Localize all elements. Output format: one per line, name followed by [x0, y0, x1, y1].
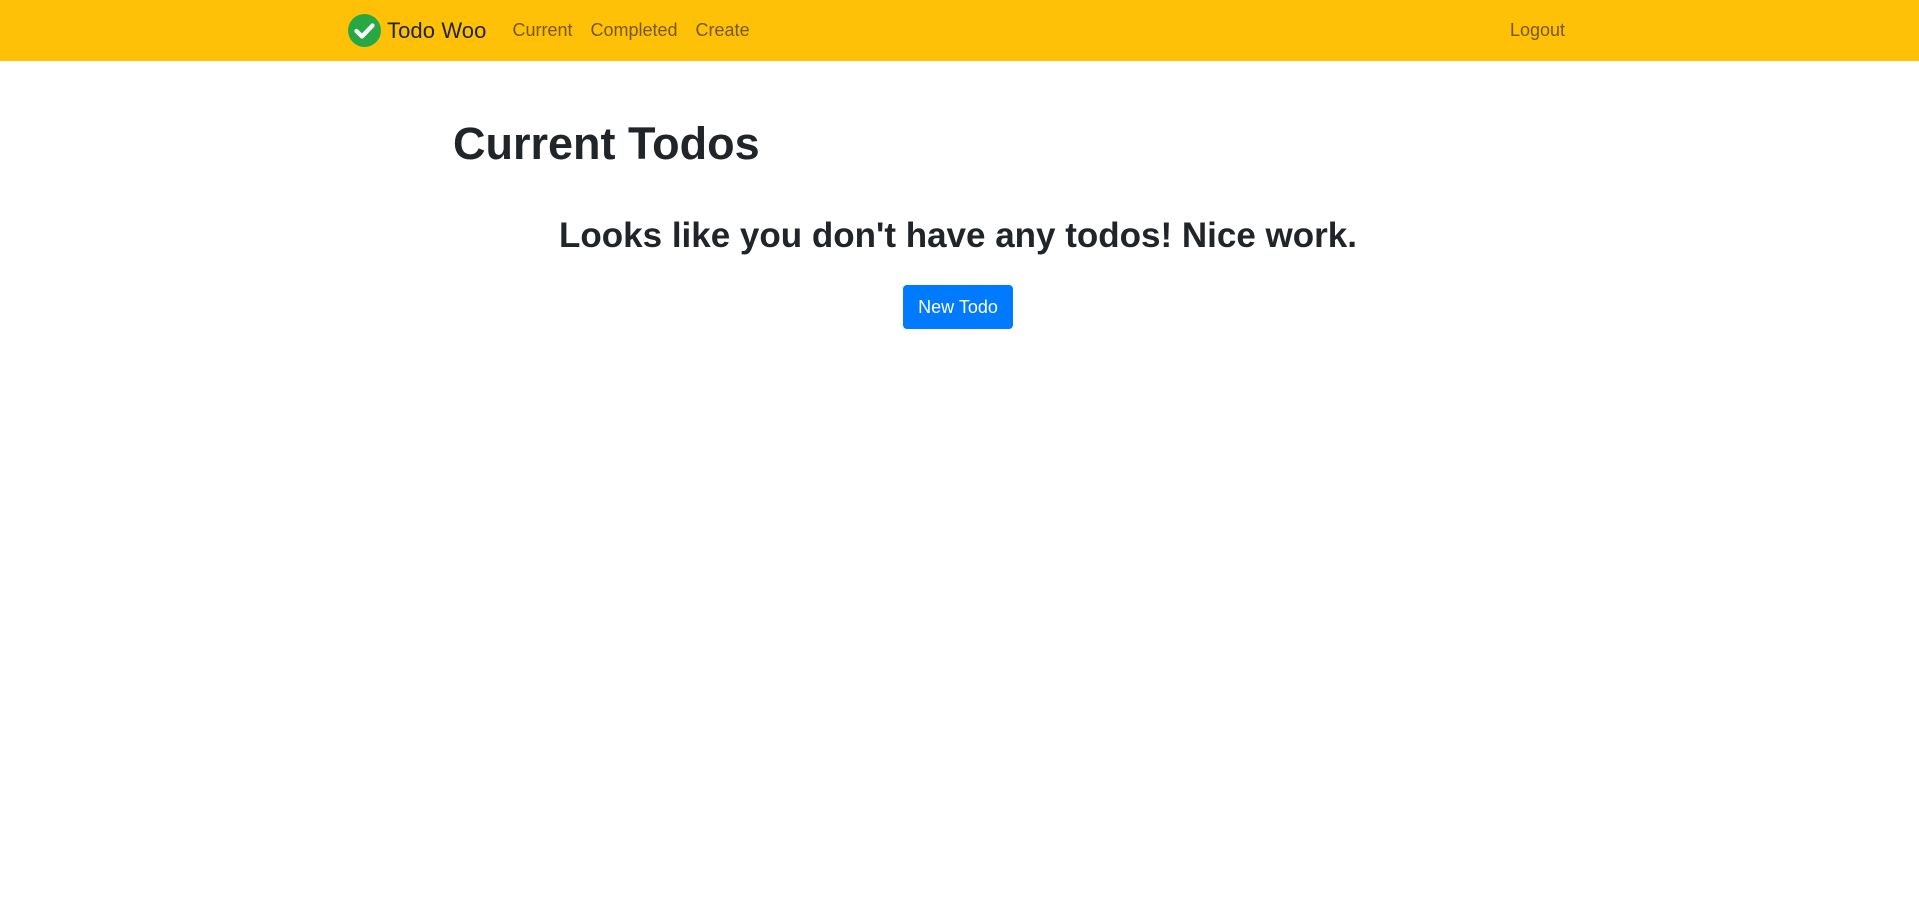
empty-state: Looks like you don't have any todos! Nic… [450, 215, 1466, 329]
top-navbar: Todo Woo Current Completed Create Logout [0, 0, 1919, 61]
nav-link-current[interactable]: Current [512, 20, 572, 41]
nav-link-completed[interactable]: Completed [591, 20, 678, 41]
main-content: Current Todos Looks like you don't have … [453, 61, 1466, 329]
check-circle-icon [348, 14, 381, 47]
logout-link[interactable]: Logout [1510, 20, 1565, 41]
page-title: Current Todos [453, 118, 760, 169]
brand-link[interactable]: Todo Woo [348, 14, 486, 47]
empty-state-message: Looks like you don't have any todos! Nic… [559, 216, 1357, 255]
new-todo-button[interactable]: New Todo [903, 285, 1013, 329]
navbar-container: Todo Woo Current Completed Create Logout [348, 0, 1565, 61]
nav-link-create[interactable]: Create [696, 20, 750, 41]
brand-name: Todo Woo [387, 17, 487, 43]
